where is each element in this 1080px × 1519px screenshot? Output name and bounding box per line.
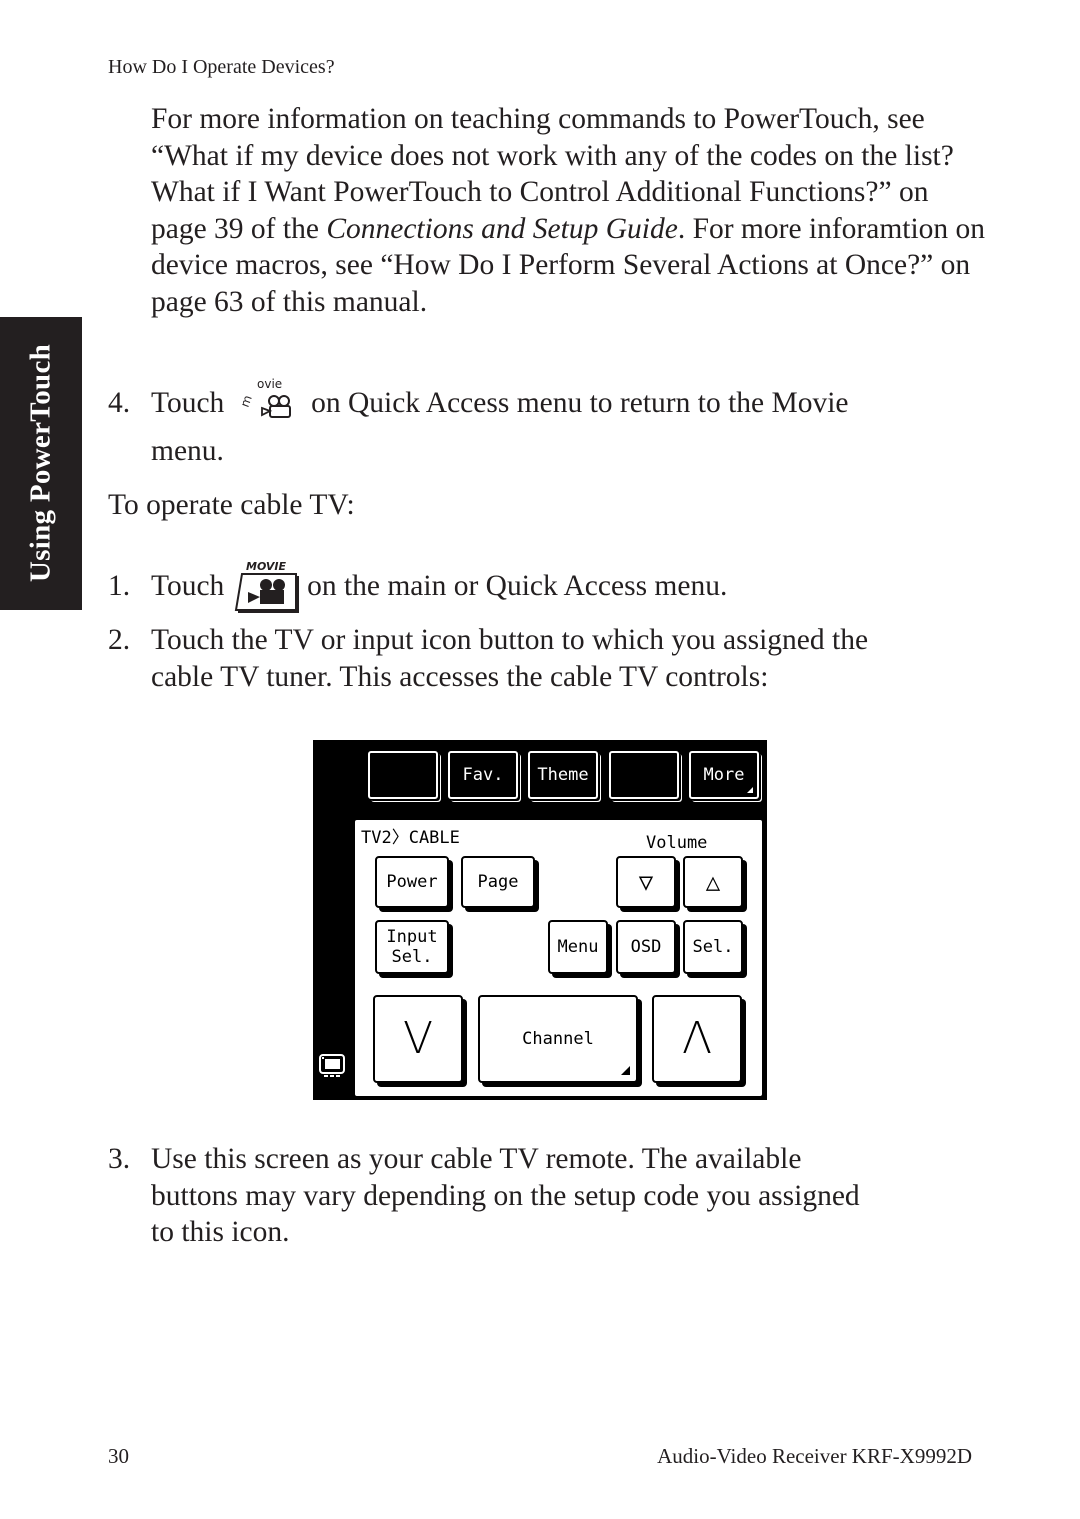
device-breadcrumb: TV2〉CABLE xyxy=(361,828,460,848)
step-3: 3. Use this screen as your cable TV remo… xyxy=(108,1141,988,1261)
running-head: How Do I Operate Devices? xyxy=(108,56,335,78)
theme-button[interactable]: Theme xyxy=(528,751,598,799)
corner-arrow-icon xyxy=(747,787,753,793)
volume-label: Volume xyxy=(646,833,708,853)
svg-text:m: m xyxy=(237,393,254,409)
volume-down-button[interactable]: ▽ xyxy=(616,856,676,908)
channel-button[interactable]: Channel xyxy=(478,995,638,1083)
section-tab: Using PowerTouch xyxy=(0,317,82,610)
input-select-button[interactable]: Input Sel. xyxy=(375,920,449,974)
page-button[interactable]: Page xyxy=(461,856,535,908)
step-1: 1. Touch MOVIE on the main or Quick Acce… xyxy=(108,560,988,614)
step-text: Use this screen as your cable TV remote.… xyxy=(151,1143,802,1175)
tv-icon[interactable] xyxy=(318,1053,346,1079)
step-number: 2. xyxy=(108,624,131,656)
menu-button[interactable]: Menu xyxy=(548,920,608,974)
channel-down-button[interactable]: V xyxy=(373,995,463,1083)
guide-title: Connections and Setup Guide xyxy=(326,212,678,245)
step-text: to this icon. xyxy=(151,1216,290,1249)
step-number: 4. xyxy=(108,387,131,419)
step-text: Touch xyxy=(151,387,225,419)
step-2: 2. Touch the TV or input icon button to … xyxy=(108,622,988,702)
step-4: 4. Touch m ovie on Quick Access menu to … xyxy=(108,377,988,467)
step-text: menu. xyxy=(151,435,224,467)
movie-quick-access-icon: m ovie xyxy=(232,375,304,419)
step-text: Touch xyxy=(151,570,225,602)
power-button[interactable]: Power xyxy=(375,856,449,908)
osd-button[interactable]: OSD xyxy=(616,920,676,974)
section-tab-label: Using PowerTouch xyxy=(24,343,57,583)
more-button[interactable]: More xyxy=(689,751,759,799)
step-text: on the main or Quick Access menu. xyxy=(307,570,728,602)
intro-paragraph: For more information on teaching command… xyxy=(151,101,991,321)
quick-button-4[interactable] xyxy=(609,751,679,799)
step-number: 3. xyxy=(108,1143,131,1175)
volume-up-button[interactable]: △ xyxy=(683,856,743,908)
fav-button[interactable]: Fav. xyxy=(448,751,518,799)
cable-controls-panel: TV2〉CABLE Volume Power Page ▽ △ Input Se… xyxy=(353,818,764,1098)
select-button[interactable]: Sel. xyxy=(683,920,743,974)
svg-text:MOVIE: MOVIE xyxy=(246,560,287,573)
corner-arrow-icon xyxy=(621,1066,630,1075)
step-text: Touch the TV or input icon button to whi… xyxy=(151,624,869,656)
movie-button-icon: MOVIE xyxy=(232,560,300,614)
svg-text:ovie: ovie xyxy=(257,377,282,391)
channel-label: Channel xyxy=(522,1029,594,1049)
section-intro: To operate cable TV: xyxy=(108,489,355,521)
step-number: 1. xyxy=(108,570,131,602)
product-name: Audio-Video Receiver KRF-X9992D xyxy=(657,1444,972,1468)
page-number: 30 xyxy=(108,1444,129,1468)
channel-up-button[interactable]: Λ xyxy=(652,995,742,1083)
quick-button-1[interactable] xyxy=(368,751,438,799)
step-text: buttons may vary depending on the setup … xyxy=(151,1179,860,1212)
step-text: on Quick Access menu to return to the Mo… xyxy=(311,387,849,419)
cable-tv-remote-screen: Fav. Theme More TV2〉CABLE Volume Power P… xyxy=(313,740,767,1100)
more-label: More xyxy=(703,765,745,785)
step-text: cable TV tuner. This accesses the cable … xyxy=(151,660,769,693)
